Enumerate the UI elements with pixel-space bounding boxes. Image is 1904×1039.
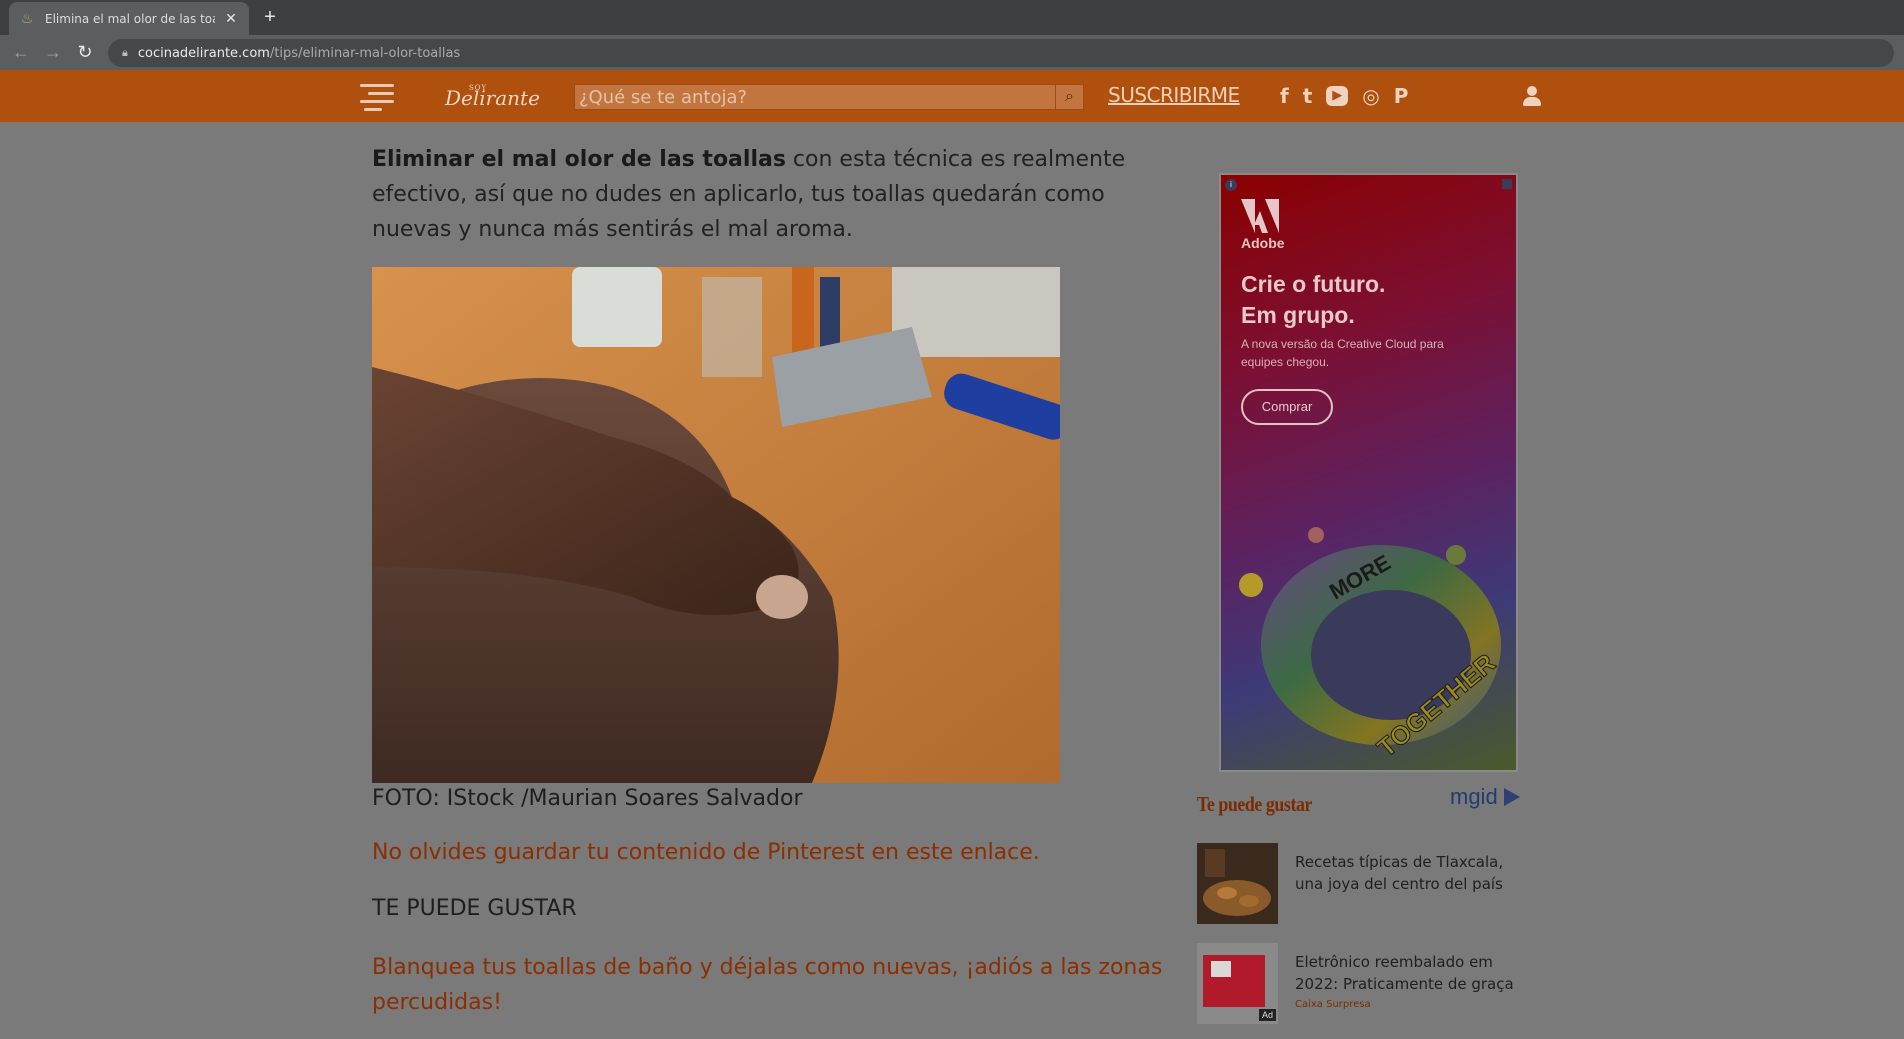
facebook-icon[interactable]: f (1280, 84, 1289, 108)
ad-buy-button[interactable]: Comprar (1241, 389, 1333, 425)
menu-icon[interactable] (360, 82, 396, 111)
recommendation-text: Recetas típicas de Tlaxcala, una joya de… (1295, 853, 1504, 893)
ad-close-icon[interactable] (1502, 179, 1512, 189)
article-intro-bold: Eliminar el mal olor de las toallas (372, 147, 786, 172)
tab-close-icon[interactable]: ✕ (223, 10, 239, 27)
adobe-logo-icon (1241, 199, 1279, 233)
address-bar[interactable]: 🔒︎ cocinadelirante.com/tips/eliminar-mal… (108, 39, 1894, 67)
search-bar: ⌕ (574, 84, 1084, 110)
article-photo (372, 267, 1060, 783)
related-article-link[interactable]: Blanquea tus toallas de baño y déjalas c… (372, 950, 1172, 1020)
back-icon[interactable]: ← (8, 39, 34, 65)
adchoices-icon[interactable]: i (1225, 179, 1237, 191)
tab-title: Elimina el mal olor de las toallas (45, 11, 215, 26)
ad-artwork: MORE TOGETHER (1239, 527, 1502, 763)
ad-subtext: A nova versão da Creative Cloud para equ… (1241, 337, 1444, 369)
browser-toolbar: ← → ↻ 🔒︎ cocinadelirante.com/tips/elimin… (0, 35, 1904, 70)
recommendations-title: Te puede gustar (1197, 792, 1312, 816)
site-header: SOY Delirante ⌕ SUSCRIBIRME f t ▶ ◎ P (0, 70, 1904, 122)
instagram-icon[interactable]: ◎ (1362, 84, 1379, 108)
browser-tab[interactable]: ♨ Elimina el mal olor de las toallas ✕ (9, 2, 249, 35)
pinterest-icon[interactable]: P (1394, 84, 1409, 108)
photo-caption: FOTO: IStock /Maurian Soares Salvador (372, 786, 803, 811)
twitter-icon[interactable]: t (1303, 84, 1313, 108)
ad-tag-badge: Ad (1259, 1009, 1277, 1021)
subscribe-link[interactable]: SUSCRIBIRME (1108, 83, 1240, 107)
browser-tab-bar: ♨ Elimina el mal olor de las toallas ✕ + (0, 0, 1904, 35)
address-url: cocinadelirante.com/tips/eliminar-mal-ol… (137, 45, 461, 61)
pinterest-link[interactable]: No olvides guardar tu contenido de Pinte… (372, 840, 1040, 865)
recommendation-text: Eletrônico reembalado em 2022: Praticame… (1295, 953, 1514, 993)
recommendation-thumbnail (1197, 843, 1278, 924)
new-tab-icon[interactable]: + (258, 6, 282, 30)
mgid-logo[interactable]: mgid (1450, 784, 1520, 810)
site-favicon-icon: ♨ (20, 10, 34, 26)
forward-icon[interactable]: → (40, 39, 66, 65)
adobe-ad-banner[interactable]: i Adobe Crie o futuro. Em grupo. A nova … (1219, 173, 1518, 772)
search-icon[interactable]: ⌕ (1055, 85, 1083, 109)
article-intro: Eliminar el mal olor de las toallas con … (372, 142, 1172, 247)
search-input[interactable] (575, 85, 1055, 109)
mgid-play-icon (1503, 788, 1520, 806)
youtube-icon[interactable]: ▶ (1326, 86, 1349, 106)
user-account-icon[interactable] (1520, 84, 1544, 108)
reload-icon[interactable]: ↻ (72, 39, 98, 65)
also-like-heading: TE PUEDE GUSTAR (372, 896, 577, 921)
recommendation-source[interactable]: Caixa Surpresa (1295, 999, 1371, 1010)
social-links: f t ▶ ◎ P (1280, 84, 1408, 108)
ad-brand: Adobe (1241, 235, 1285, 251)
ad-headline: Crie o futuro. Em grupo. (1241, 271, 1386, 328)
lock-icon: 🔒︎ (122, 46, 128, 59)
site-logo[interactable]: SOY Delirante (445, 78, 540, 114)
